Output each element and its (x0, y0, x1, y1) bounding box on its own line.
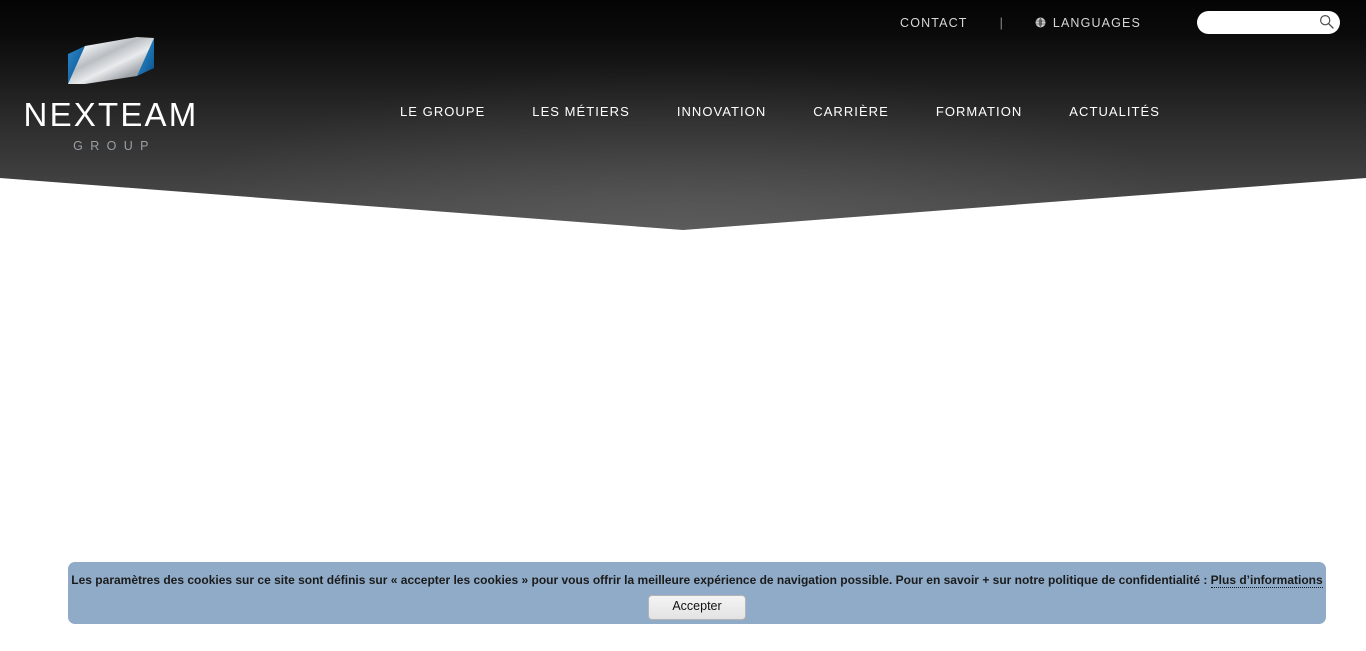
nav-item-le-groupe[interactable]: LE GROUPE (400, 104, 485, 119)
contact-link[interactable]: CONTACT (900, 16, 968, 30)
page-root: CONTACT | LANGUAGES NEXTEAM GROUP LE GRO… (0, 0, 1366, 651)
cookie-consent-banner: Les paramètres des cookies sur ce site s… (68, 562, 1326, 624)
topbar-separator: | (999, 15, 1003, 30)
search-submit-button[interactable] (1318, 14, 1334, 32)
main-navigation: LE GROUPE LES MÉTIERS INNOVATION CARRIÈR… (400, 99, 1160, 123)
cookie-message: Les paramètres des cookies sur ce site s… (68, 572, 1326, 588)
logo-subtitle: GROUP (73, 139, 156, 153)
languages-selector[interactable]: LANGUAGES (1035, 16, 1141, 30)
globe-icon (1035, 17, 1046, 28)
languages-label[interactable]: LANGUAGES (1053, 16, 1141, 30)
cookie-accept-button[interactable]: Accepter (648, 595, 746, 620)
logo-wordmark: NEXTEAM (23, 96, 199, 133)
search-box[interactable] (1197, 11, 1340, 34)
cookie-message-text: Les paramètres des cookies sur ce site s… (71, 573, 1211, 587)
nav-item-innovation[interactable]: INNOVATION (677, 104, 766, 119)
nav-item-actualites[interactable]: ACTUALITÉS (1069, 104, 1160, 119)
site-logo[interactable]: NEXTEAM GROUP (18, 36, 204, 153)
nav-item-formation[interactable]: FORMATION (936, 104, 1022, 119)
search-icon (1319, 14, 1334, 32)
cookie-more-info-link[interactable]: Plus d’informations (1210, 573, 1323, 588)
top-utility-bar: CONTACT | LANGUAGES (0, 0, 1366, 45)
nav-item-les-metiers[interactable]: LES MÉTIERS (532, 104, 630, 119)
nexteam-n-logo-icon (18, 36, 204, 92)
search-input[interactable] (1208, 11, 1314, 34)
nav-item-carriere[interactable]: CARRIÈRE (813, 104, 889, 119)
